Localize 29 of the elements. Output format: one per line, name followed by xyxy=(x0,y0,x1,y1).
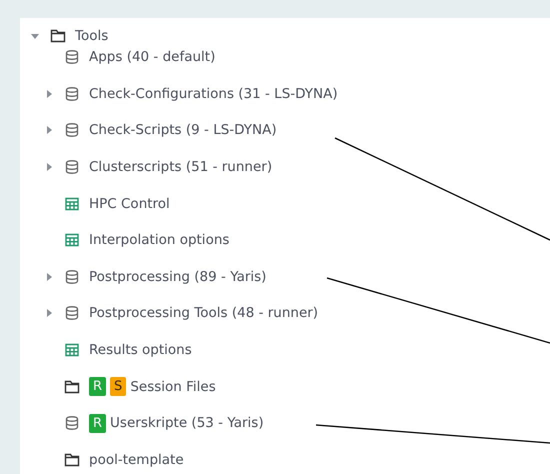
database-icon xyxy=(64,122,80,138)
tree-item-label[interactable]: Interpolation options xyxy=(89,232,230,248)
tree-item-label[interactable]: Check-Scripts (9 - LS-DYNA) xyxy=(89,122,277,138)
tag: R xyxy=(89,377,106,396)
tree-item-label[interactable]: Session Files xyxy=(130,378,216,395)
tree-item-label[interactable]: Check-Configurations (31 - LS-DYNA) xyxy=(89,86,338,102)
folder-icon xyxy=(64,452,80,468)
tag: R xyxy=(89,414,106,433)
database-icon xyxy=(64,415,80,432)
tree-item-label[interactable]: HPC Control xyxy=(89,196,170,212)
table-icon xyxy=(64,196,80,212)
table-icon xyxy=(64,232,80,248)
tree-item-label[interactable]: Tools xyxy=(75,28,108,44)
database-icon xyxy=(64,159,80,176)
tree-item-label[interactable]: pool-template xyxy=(89,452,184,468)
database-icon xyxy=(64,305,80,322)
table-icon xyxy=(64,342,80,358)
tree-item-label[interactable]: Clusterscripts (51 - runner) xyxy=(89,159,272,176)
tree-item-label[interactable]: Results options xyxy=(89,342,192,358)
folder-icon xyxy=(50,28,66,44)
tree-item-label[interactable]: Userskripte (53 - Yaris) xyxy=(110,415,264,432)
database-icon xyxy=(64,86,80,102)
folder-icon xyxy=(64,378,80,395)
tree-item-label[interactable]: Apps (40 - default) xyxy=(89,49,216,66)
tree-item-label[interactable]: Postprocessing (89 - Yaris) xyxy=(89,268,266,285)
database-icon xyxy=(64,49,80,66)
database-icon xyxy=(64,268,80,285)
tag: S xyxy=(110,377,126,396)
tree-item-label[interactable]: Postprocessing Tools (48 - runner) xyxy=(89,305,318,322)
